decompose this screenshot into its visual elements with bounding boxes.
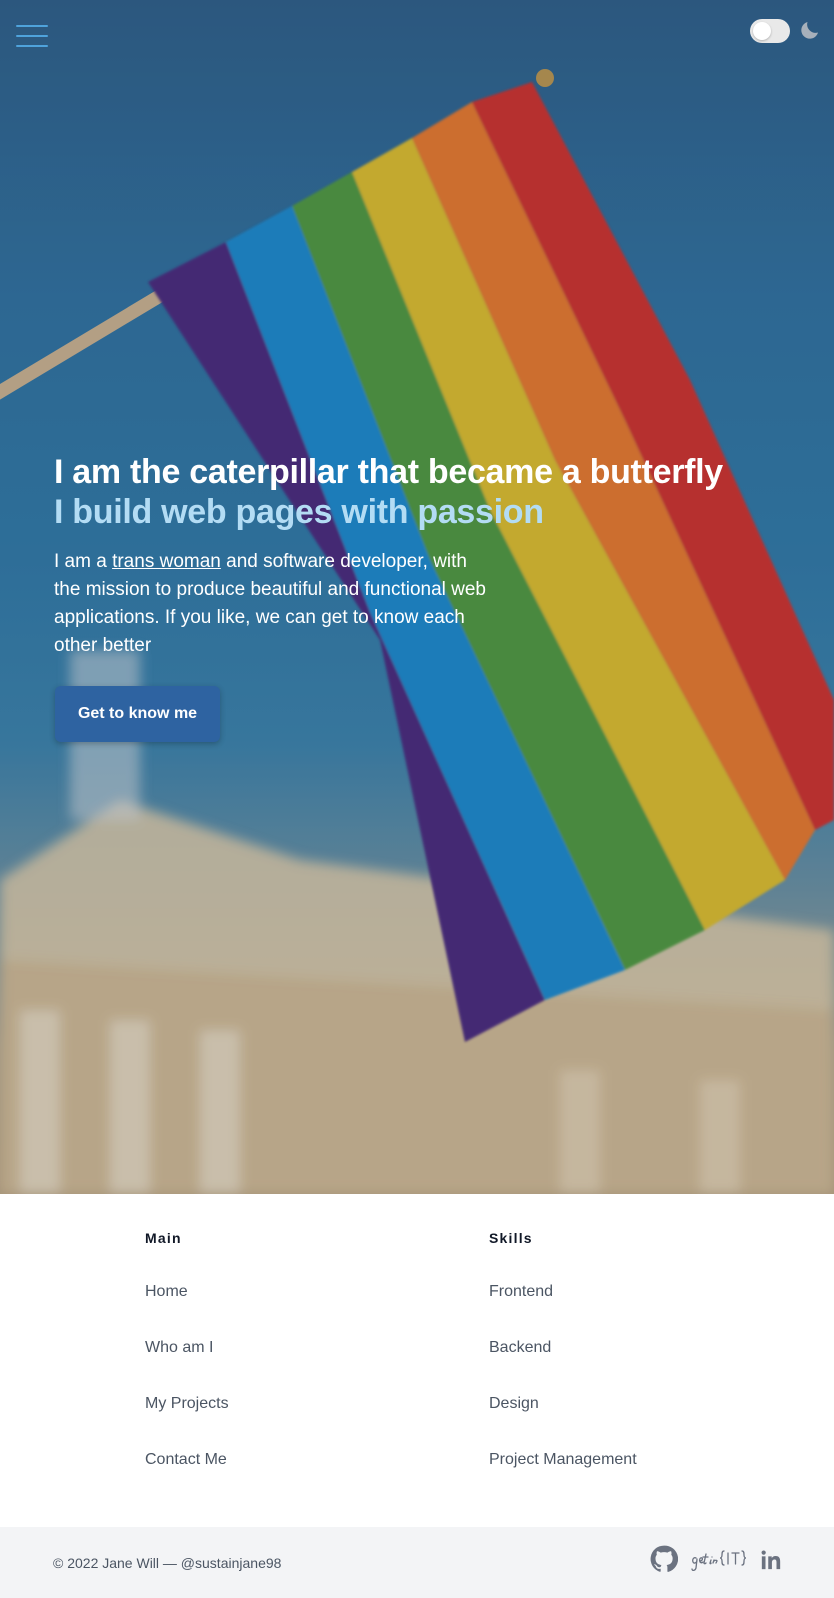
theme-toggle-switch[interactable] [750, 19, 790, 43]
footer-link-design[interactable]: Design [489, 1392, 637, 1416]
linkedin-icon[interactable] [760, 1549, 782, 1571]
footer-link-home[interactable]: Home [145, 1280, 229, 1304]
footer-navigation: Main Home Who am I My Projects Contact M… [0, 1194, 834, 1527]
getinit-logo-icon[interactable] [688, 1545, 752, 1575]
trans-woman-link[interactable]: trans woman [112, 551, 221, 572]
footer-link-contact-me[interactable]: Contact Me [145, 1448, 229, 1472]
footer-heading-skills: Skills [489, 1230, 533, 1246]
moon-icon [801, 22, 818, 39]
get-to-know-me-button[interactable]: Get to know me [55, 686, 220, 742]
toggle-knob [753, 22, 771, 40]
hero-intro-text: I am a trans woman and software develope… [54, 548, 494, 660]
footer-link-project-management[interactable]: Project Management [489, 1448, 637, 1472]
intro-text-start: I am a [54, 551, 113, 572]
footer-column-skills: Skills Frontend Backend Design Project M… [489, 1228, 637, 1504]
footer-link-backend[interactable]: Backend [489, 1336, 637, 1360]
footer-heading-main: Main [145, 1230, 182, 1246]
hero-section: I am the caterpillar that became a butte… [0, 0, 834, 1194]
footer-bottom-bar: © 2022 Jane Will — @sustainjane98 [0, 1527, 834, 1598]
footer-column-main: Main Home Who am I My Projects Contact M… [145, 1228, 229, 1504]
footer-link-frontend[interactable]: Frontend [489, 1280, 637, 1304]
footer-link-who-am-i[interactable]: Who am I [145, 1336, 229, 1360]
hero-subheadline: I build web pages with passion [54, 493, 544, 531]
github-icon[interactable] [650, 1545, 678, 1573]
hero-content: I am the caterpillar that became a butte… [54, 452, 814, 742]
hero-headline: I am the caterpillar that became a butte… [54, 453, 723, 491]
hamburger-menu-icon[interactable] [16, 25, 48, 47]
copyright-text: © 2022 Jane Will — @sustainjane98 [53, 1555, 282, 1571]
footer-link-my-projects[interactable]: My Projects [145, 1392, 229, 1416]
